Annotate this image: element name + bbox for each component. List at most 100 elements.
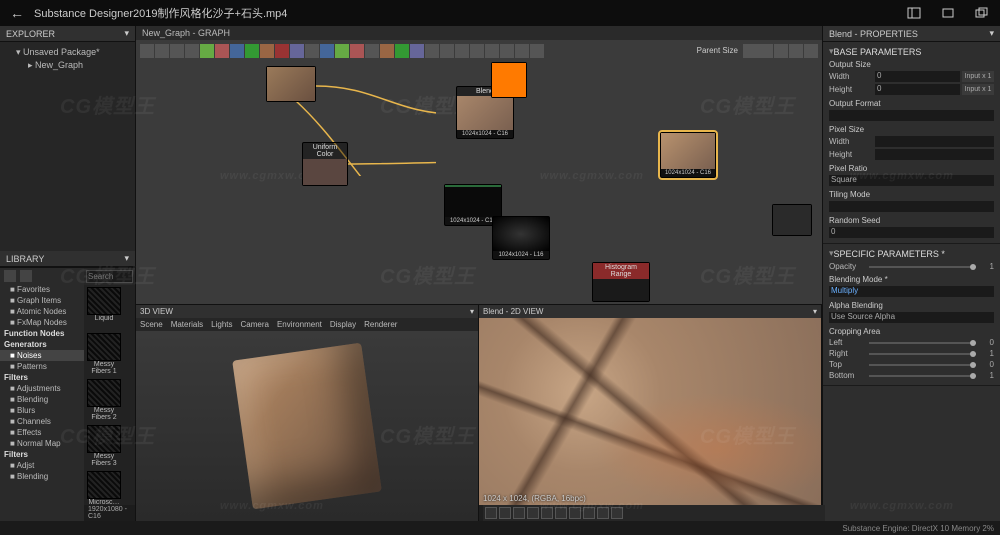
graph-node-marble[interactable]: 1024x1024 - L16 bbox=[492, 216, 550, 260]
crop-top-slider[interactable] bbox=[869, 364, 976, 366]
sidebar-icon[interactable] bbox=[906, 5, 922, 21]
library-category-item[interactable]: ■ Channels bbox=[0, 416, 84, 427]
tool-icon[interactable] bbox=[541, 507, 553, 519]
library-category-item[interactable]: ■ Adjst bbox=[0, 460, 84, 471]
graph-tab-title[interactable]: New_Graph - GRAPH bbox=[142, 28, 230, 38]
graph-node-color[interactable] bbox=[491, 62, 527, 98]
pixelsize-w-input[interactable] bbox=[875, 136, 994, 147]
3d-menu-item[interactable]: Lights bbox=[211, 320, 232, 329]
crop-left-slider[interactable] bbox=[869, 342, 976, 344]
panel-menu-icon[interactable]: ▾ bbox=[989, 28, 994, 39]
graph-node-unicolor[interactable]: Uniform Color bbox=[302, 142, 348, 186]
library-category-item[interactable]: ■ Noises bbox=[0, 350, 84, 361]
library-thumb-grid: LiquidMessy Fibers 1Messy Fibers 2Messy … bbox=[84, 285, 135, 505]
2d-viewport[interactable]: 1024 x 1024, (RGBA, 16bpc) bbox=[479, 318, 821, 505]
graph-node-output[interactable] bbox=[772, 204, 812, 236]
explorer-item-graph[interactable]: ▸ New_Graph bbox=[6, 59, 129, 72]
3d-menu-item[interactable]: Camera bbox=[241, 320, 269, 329]
library-search-input[interactable] bbox=[86, 270, 133, 283]
panel-menu-icon[interactable]: ▾ bbox=[124, 28, 129, 39]
library-thumb[interactable]: Messy Fibers 3 bbox=[86, 425, 122, 469]
height-mode-button[interactable]: Input x 1 bbox=[962, 84, 994, 95]
alpha-blend-select[interactable]: Use Source Alpha bbox=[829, 312, 994, 323]
panel-menu-icon[interactable]: ▾ bbox=[813, 307, 817, 316]
blend-mode-select[interactable]: Multiply bbox=[829, 286, 994, 297]
library-category-item[interactable]: Generators bbox=[0, 339, 84, 350]
multi-icon[interactable] bbox=[974, 5, 990, 21]
edit-icon[interactable] bbox=[20, 270, 32, 282]
library-category-item[interactable]: Function Nodes bbox=[0, 328, 84, 339]
width-input[interactable]: 0 bbox=[875, 71, 960, 82]
3d-menu-item[interactable]: Materials bbox=[171, 320, 203, 329]
3d-menu-item[interactable]: Renderer bbox=[364, 320, 397, 329]
3d-view-menu: Scene Materials Lights Camera Environment Dis… bbox=[136, 318, 478, 331]
tool-icon[interactable] bbox=[611, 507, 623, 519]
library-category-item[interactable]: ■ Normal Map bbox=[0, 438, 84, 449]
left-column: EXPLORER ▾ ▾ Unsaved Package* ▸ New_Grap… bbox=[0, 26, 136, 521]
3d-view-panel: 3D VIEW▾ SceneMaterialsLightsCameraEnvir… bbox=[136, 305, 479, 521]
library-header: LIBRARY ▾ bbox=[0, 251, 135, 267]
pixelratio-select[interactable]: Square bbox=[829, 175, 994, 186]
library-thumb[interactable]: Microsc… bbox=[86, 471, 122, 505]
panel-menu-icon[interactable]: ▾ bbox=[124, 253, 129, 264]
tool-icon[interactable] bbox=[555, 507, 567, 519]
library-category-item[interactable]: ■ Adjustments bbox=[0, 383, 84, 394]
graph-node-blend-right[interactable]: 1024x1024 - C16 bbox=[660, 132, 716, 178]
library-category-item[interactable]: ■ Graph Items bbox=[0, 295, 84, 306]
back-icon[interactable]: ← bbox=[10, 5, 24, 21]
tool-icon[interactable] bbox=[485, 507, 497, 519]
panel-menu-icon[interactable]: ▾ bbox=[470, 307, 474, 316]
library-thumb[interactable]: Liquid bbox=[86, 287, 122, 331]
library-category-item[interactable]: ■ Patterns bbox=[0, 361, 84, 372]
output-format-select[interactable] bbox=[829, 110, 994, 121]
3d-menu-item[interactable]: Scene bbox=[140, 320, 163, 329]
library-category-item[interactable]: Filters bbox=[0, 372, 84, 383]
crop-right-slider[interactable] bbox=[869, 353, 976, 355]
status-bar: Substance Engine: DirectX 10 Memory 2% bbox=[0, 521, 1000, 535]
library-category-item[interactable]: Filters bbox=[0, 449, 84, 460]
library-category-item[interactable]: ■ Effects bbox=[0, 427, 84, 438]
tool-icon[interactable] bbox=[499, 507, 511, 519]
library-category-item[interactable]: ■ Blending bbox=[0, 471, 84, 482]
3d-viewport[interactable] bbox=[136, 331, 478, 521]
tool-icon[interactable] bbox=[583, 507, 595, 519]
titlebar: ← Substance Designer2019制作风格化沙子+石头.mp4 bbox=[0, 0, 1000, 26]
pixelsize-h-input[interactable] bbox=[875, 149, 994, 160]
2d-view-title: Blend - 2D VIEW bbox=[483, 307, 543, 316]
library-thumb[interactable]: Messy Fibers 1 bbox=[86, 333, 122, 377]
library-category-item[interactable]: ■ Favorites bbox=[0, 284, 84, 295]
explorer-item-package[interactable]: ▾ Unsaved Package* bbox=[6, 46, 129, 59]
graph-node-warp[interactable] bbox=[266, 66, 316, 102]
library-category-item[interactable]: ■ FxMap Nodes bbox=[0, 317, 84, 328]
max-icon[interactable] bbox=[940, 5, 956, 21]
crop-bottom-slider[interactable] bbox=[869, 375, 976, 377]
library-toolbar bbox=[0, 268, 84, 284]
library-category-item[interactable]: ■ Atomic Nodes bbox=[0, 306, 84, 317]
status-engine: Substance Engine: DirectX 10 Memory 2% bbox=[842, 524, 994, 533]
library-thumb[interactable]: Messy Fibers 2 bbox=[86, 379, 122, 423]
tool-icon[interactable] bbox=[597, 507, 609, 519]
seed-input[interactable]: 0 bbox=[829, 227, 994, 238]
parent-size-label: Parent Size bbox=[693, 44, 742, 58]
library-title: LIBRARY bbox=[6, 254, 44, 264]
width-mode-button[interactable]: Input x 1 bbox=[962, 71, 994, 82]
sec-base-params[interactable]: BASE PARAMETERS bbox=[829, 46, 994, 57]
3d-menu-item[interactable]: Display bbox=[330, 320, 356, 329]
tool-icon[interactable] bbox=[569, 507, 581, 519]
graph-node-histo[interactable]: Histogram Range bbox=[592, 262, 650, 302]
graph-editor[interactable]: New_Graph - GRAPH Parent Size bbox=[136, 26, 822, 305]
library-category-item[interactable]: ■ Blurs bbox=[0, 405, 84, 416]
3d-menu-item[interactable]: Environment bbox=[277, 320, 322, 329]
height-input[interactable]: 0 bbox=[875, 84, 960, 95]
opacity-slider[interactable]: .track::after{left:calc(100% - 6px)} bbox=[869, 266, 976, 268]
node-toolbar: Parent Size bbox=[140, 44, 818, 58]
home-icon[interactable] bbox=[4, 270, 16, 282]
explorer-panel: EXPLORER ▾ ▾ Unsaved Package* ▸ New_Grap… bbox=[0, 26, 135, 76]
window-title: Substance Designer2019制作风格化沙子+石头.mp4 bbox=[34, 5, 906, 21]
tiling-select[interactable] bbox=[829, 201, 994, 212]
tool-icon[interactable] bbox=[513, 507, 525, 519]
center-column: New_Graph - GRAPH Parent Size bbox=[136, 26, 822, 521]
tool-icon[interactable] bbox=[527, 507, 539, 519]
library-category-item[interactable]: ■ Blending bbox=[0, 394, 84, 405]
sec-specific[interactable]: SPECIFIC PARAMETERS * bbox=[829, 248, 994, 259]
